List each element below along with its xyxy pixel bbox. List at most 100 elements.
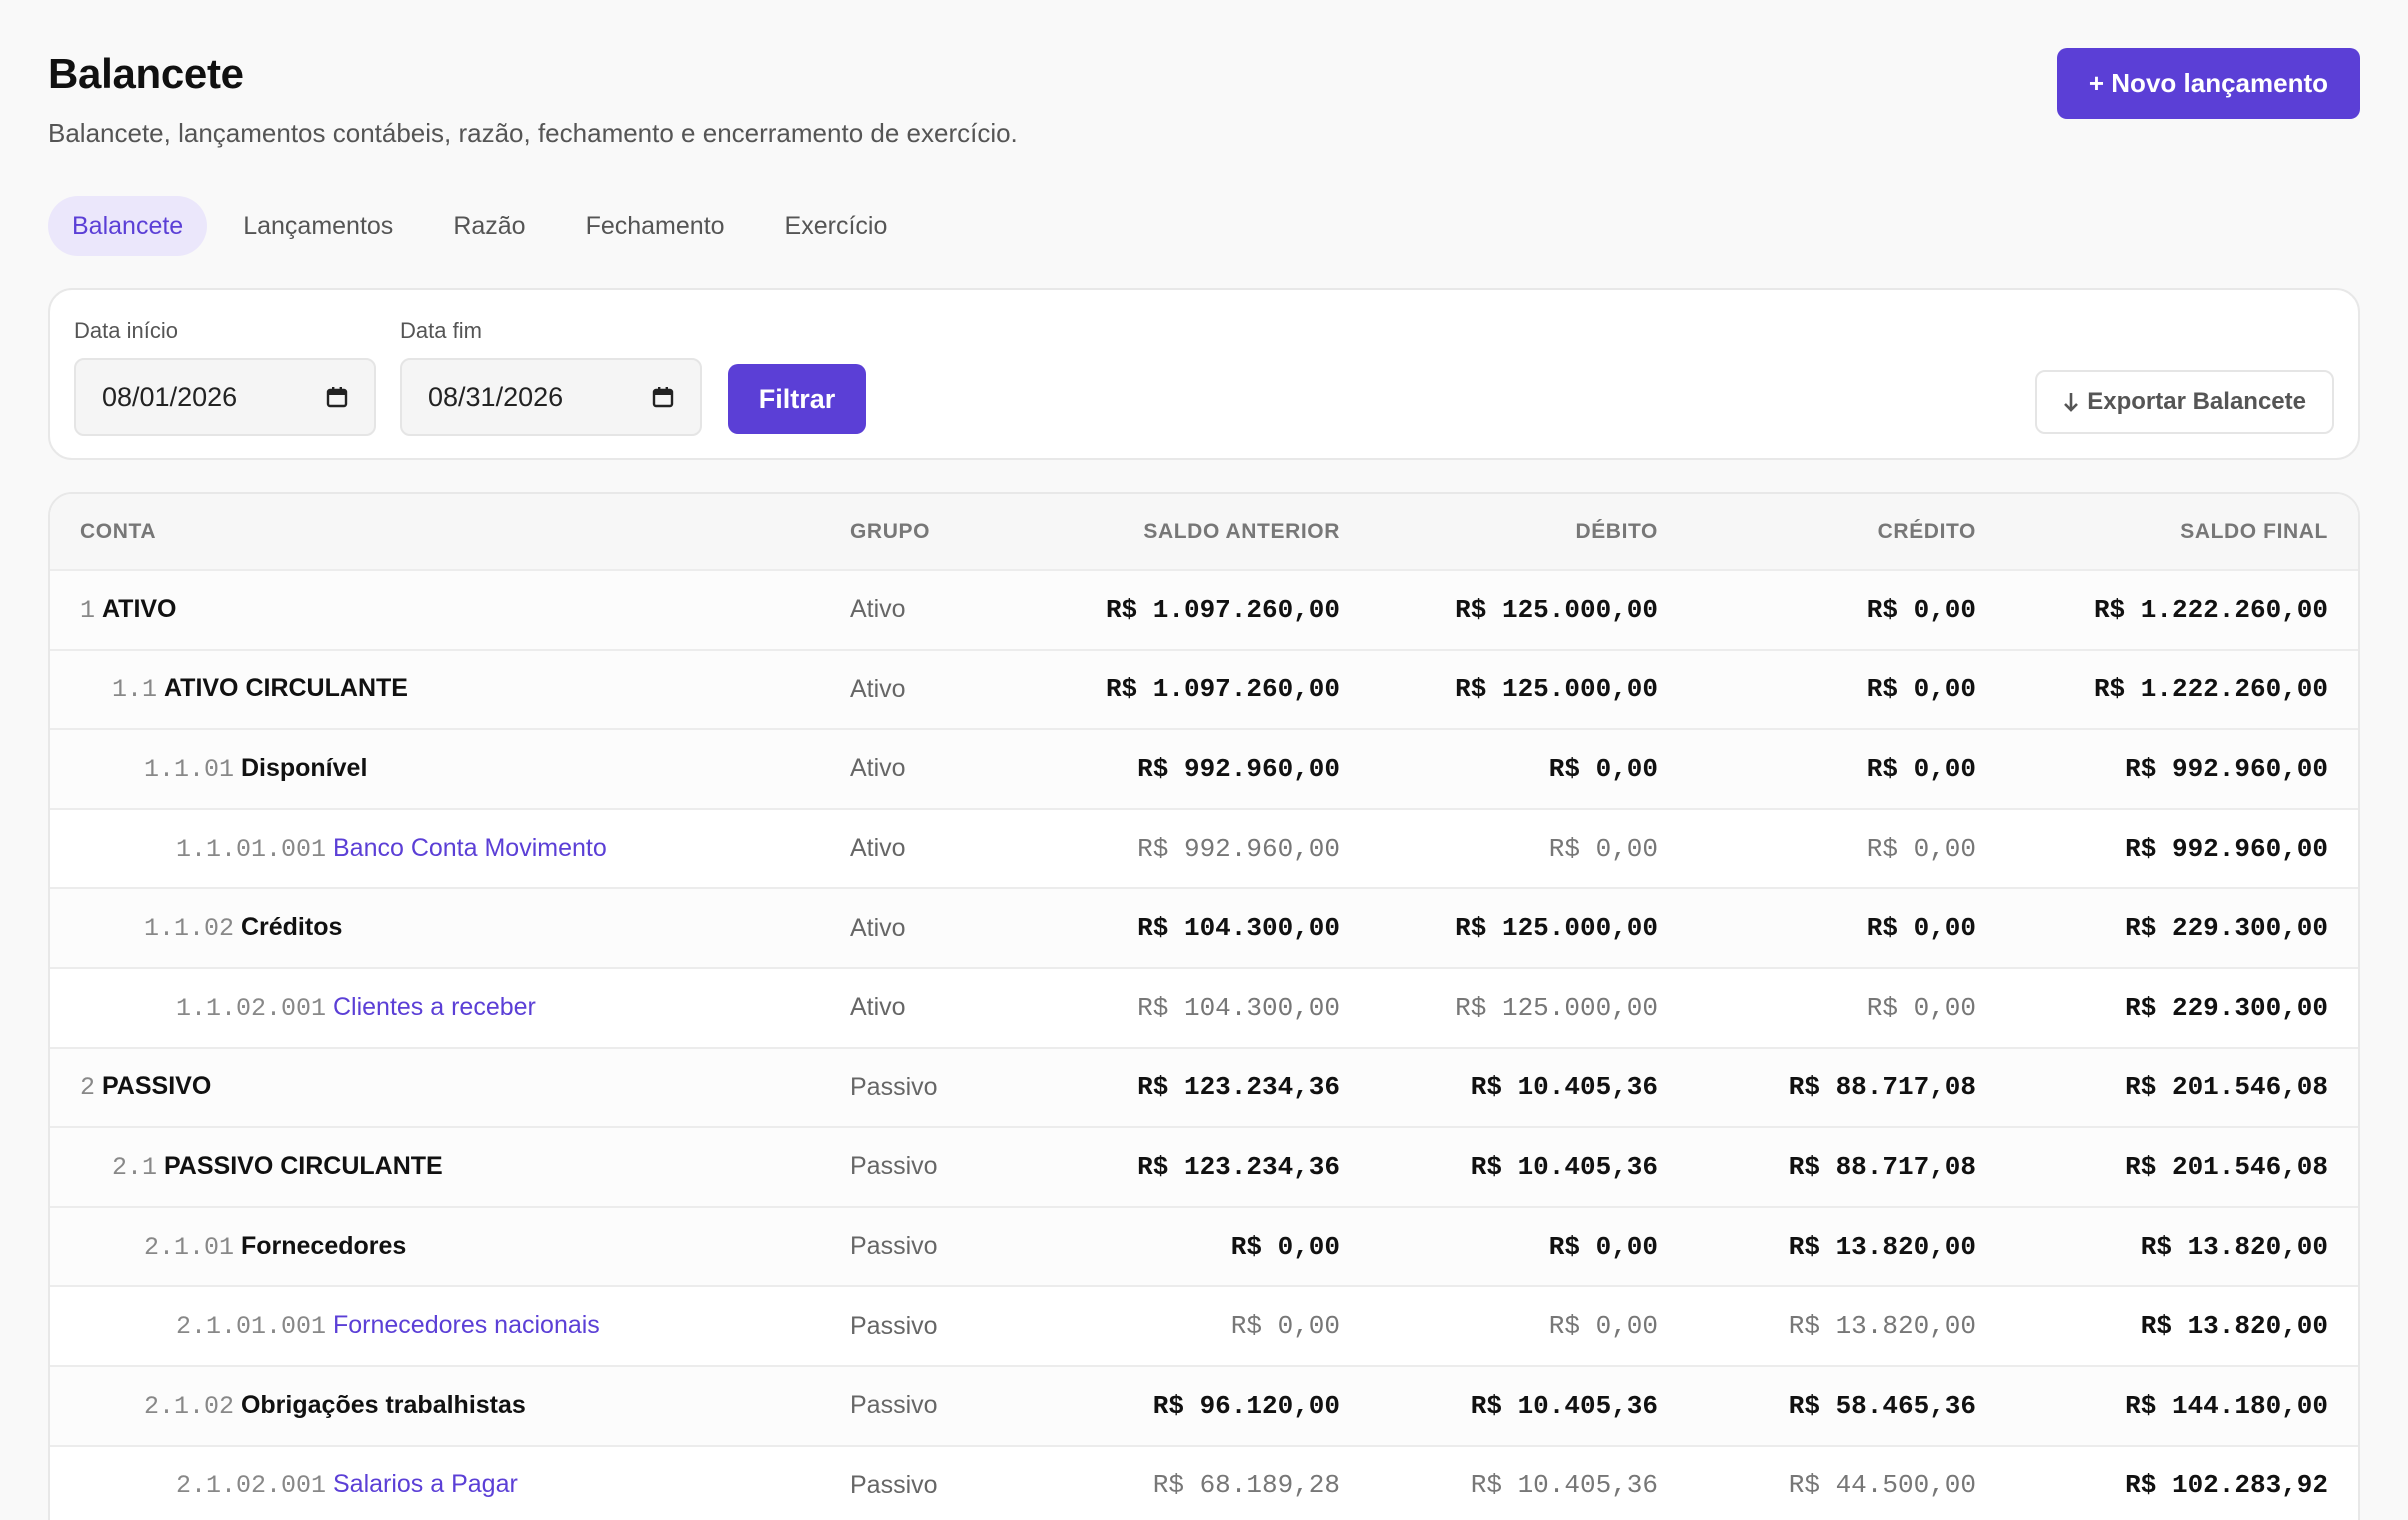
debit-cell: R$ 10.405,36: [1470, 1151, 1658, 1182]
col-grupo[interactable]: GRUPO: [820, 494, 1050, 571]
account-name: PASSIVO CIRCULANTE: [163, 1151, 443, 1180]
table-row[interactable]: 2.1.01 Fornecedores Passivo R$ 0,00 R$ 0,00…: [50, 1206, 2358, 1287]
tab-lancamentos[interactable]: Lançamentos: [219, 196, 417, 256]
final-balance-cell: R$ 201.546,08: [2125, 1151, 2328, 1182]
account-code: 1: [80, 595, 96, 625]
calendar-icon[interactable]: [652, 386, 674, 408]
account-name[interactable]: Banco Conta Movimento: [333, 834, 607, 862]
previous-balance-cell: R$ 104.300,00: [1137, 913, 1340, 944]
balancete-page: Balancete Balancete, lançamentos contábe…: [0, 0, 2408, 1520]
table-row[interactable]: 2.1.01.001 Fornecedores nacionais Passivo…: [50, 1286, 2358, 1366]
filter-button[interactable]: Filtrar: [728, 364, 866, 434]
account-cell: 1.1.01 Disponível: [50, 729, 820, 809]
final-balance-cell: R$ 229.300,00: [2125, 992, 2328, 1023]
credit-cell: R$ 0,00: [1866, 753, 1976, 784]
credit-cell: R$ 0,00: [1866, 992, 1976, 1023]
new-entry-button[interactable]: + Novo lançamento: [2056, 48, 2360, 119]
debit-cell: R$ 0,00: [1548, 833, 1658, 864]
credit-cell: R$ 0,00: [1866, 674, 1976, 705]
account-cell: 2.1.02 Obrigações trabalhistas: [50, 1366, 820, 1446]
account-name: Disponível: [240, 753, 368, 782]
group-cell: Passivo: [850, 1311, 938, 1340]
account-name: PASSIVO: [101, 1072, 212, 1101]
debit-cell: R$ 10.405,36: [1470, 1390, 1658, 1421]
credit-cell: R$ 0,00: [1866, 913, 1976, 944]
account-code: 1.1.02: [144, 914, 235, 944]
table-row[interactable]: 2.1.02.001 Salarios a Pagar Passivo R$ 68.…: [50, 1445, 2358, 1520]
debit-cell: R$ 125.000,00: [1455, 992, 1658, 1023]
group-cell: Ativo: [850, 674, 906, 703]
account-code: 2.1.02: [144, 1391, 235, 1421]
page-title: Balancete: [48, 50, 244, 97]
tab-razao[interactable]: Razão: [429, 196, 549, 256]
account-name[interactable]: Fornecedores nacionais: [333, 1311, 600, 1339]
account-cell: 2.1.01.001 Fornecedores nacionais: [50, 1286, 820, 1366]
table-row[interactable]: 1.1.01 Disponível Ativo R$ 992.960,00 R$ 0,…: [50, 729, 2358, 809]
table-row[interactable]: 1.1.02.001 Clientes a receber Ativo R$ 104…: [50, 967, 2358, 1048]
export-label: Exportar Balancete: [2087, 388, 2306, 415]
previous-balance-cell: R$ 123.234,36: [1137, 1151, 1340, 1182]
group-cell: Ativo: [850, 834, 906, 863]
start-date-input[interactable]: 08/01/2026: [74, 358, 376, 436]
tab-fechamento[interactable]: Fechamento: [562, 196, 749, 256]
account-code: 2.1: [112, 1152, 158, 1182]
table-row[interactable]: 1 ATIVO Ativo R$ 1.097.260,00 R$ 125.000,00…: [50, 570, 2358, 650]
end-date-input[interactable]: 08/31/2026: [400, 358, 702, 436]
account-name[interactable]: Salarios a Pagar: [333, 1470, 518, 1498]
table-row[interactable]: 2 PASSIVO Passivo R$ 123.234,36 R$ 10.405,3…: [50, 1047, 2358, 1128]
account-name[interactable]: Clientes a receber: [333, 993, 536, 1021]
credit-cell: R$ 0,00: [1866, 833, 1976, 864]
account-cell: 2.1.02.001 Salarios a Pagar: [50, 1446, 820, 1520]
group-cell: Ativo: [850, 754, 906, 783]
table-body: 1 ATIVO Ativo R$ 1.097.260,00 R$ 125.000,00…: [50, 570, 2358, 1520]
end-date-value: 08/31/2026: [428, 381, 564, 412]
account-cell: 1 ATIVO: [50, 570, 820, 650]
end-date-field: Data fim 08/31/2026: [400, 318, 702, 436]
page-subtitle: Balancete, lançamentos contábeis, razão,…: [48, 118, 1018, 148]
filter-panel: Data início 08/01/2026 Data fim 08/31/20…: [48, 288, 2360, 460]
account-name: Créditos: [240, 913, 343, 942]
col-saldo-anterior[interactable]: SALDO ANTERIOR: [1050, 494, 1370, 571]
col-credito[interactable]: CRÉDITO: [1688, 494, 2006, 571]
account-code: 1.1.01.001: [176, 834, 327, 864]
col-debito[interactable]: DÉBITO: [1370, 494, 1688, 571]
tab-balancete[interactable]: Balancete: [48, 196, 208, 256]
tab-exercicio[interactable]: Exercício: [761, 196, 912, 256]
previous-balance-cell: R$ 123.234,36: [1137, 1072, 1340, 1103]
final-balance-cell: R$ 1.222.260,00: [2093, 674, 2328, 705]
credit-cell: R$ 0,00: [1866, 594, 1976, 625]
final-balance-cell: R$ 13.820,00: [2140, 1311, 2328, 1342]
credit-cell: R$ 88.717,08: [1788, 1151, 1976, 1182]
group-cell: Passivo: [850, 1470, 938, 1499]
balance-table: CONTA GRUPO SALDO ANTERIOR DÉBITO CRÉDIT…: [50, 494, 2358, 1520]
start-date-label: Data início: [74, 318, 178, 343]
account-cell: 2 PASSIVO: [50, 1048, 820, 1128]
previous-balance-cell: R$ 0,00: [1230, 1311, 1340, 1342]
table-row[interactable]: 1.1 ATIVO CIRCULANTE Ativo R$ 1.097.260,00…: [50, 649, 2358, 730]
previous-balance-cell: R$ 992.960,00: [1137, 753, 1340, 784]
end-date-label: Data fim: [400, 318, 482, 343]
account-cell: 1.1 ATIVO CIRCULANTE: [50, 650, 820, 730]
previous-balance-cell: R$ 0,00: [1230, 1231, 1340, 1262]
debit-cell: R$ 125.000,00: [1455, 594, 1658, 625]
tab-bar: Balancete Lançamentos Razão Fechamento E…: [48, 196, 923, 256]
final-balance-cell: R$ 201.546,08: [2125, 1072, 2328, 1103]
final-balance-cell: R$ 992.960,00: [2125, 833, 2328, 864]
account-code: 1.1.01: [144, 754, 235, 784]
start-date-field: Data início 08/01/2026: [74, 318, 376, 436]
table-row[interactable]: 2.1.02 Obrigações trabalhistas Passivo R$ …: [50, 1365, 2358, 1446]
col-conta[interactable]: CONTA: [50, 494, 820, 571]
final-balance-cell: R$ 229.300,00: [2125, 913, 2328, 944]
export-button[interactable]: Exportar Balancete: [2035, 370, 2334, 434]
table-row[interactable]: 2.1 PASSIVO CIRCULANTE Passivo R$ 123.234,…: [50, 1127, 2358, 1207]
table-row[interactable]: 1.1.01.001 Banco Conta Movimento Ativo R$ …: [50, 808, 2358, 889]
final-balance-cell: R$ 144.180,00: [2125, 1390, 2328, 1421]
account-name: Obrigações trabalhistas: [240, 1390, 526, 1419]
credit-cell: R$ 44.500,00: [1788, 1470, 1976, 1501]
col-saldo-final[interactable]: SALDO FINAL: [2006, 494, 2358, 571]
account-cell: 1.1.01.001 Banco Conta Movimento: [50, 809, 820, 889]
table-row[interactable]: 1.1.02 Créditos Ativo R$ 104.300,00 R$ 125.…: [50, 888, 2358, 968]
calendar-icon[interactable]: [326, 386, 348, 408]
debit-cell: R$ 0,00: [1548, 1231, 1658, 1262]
credit-cell: R$ 13.820,00: [1788, 1231, 1976, 1262]
